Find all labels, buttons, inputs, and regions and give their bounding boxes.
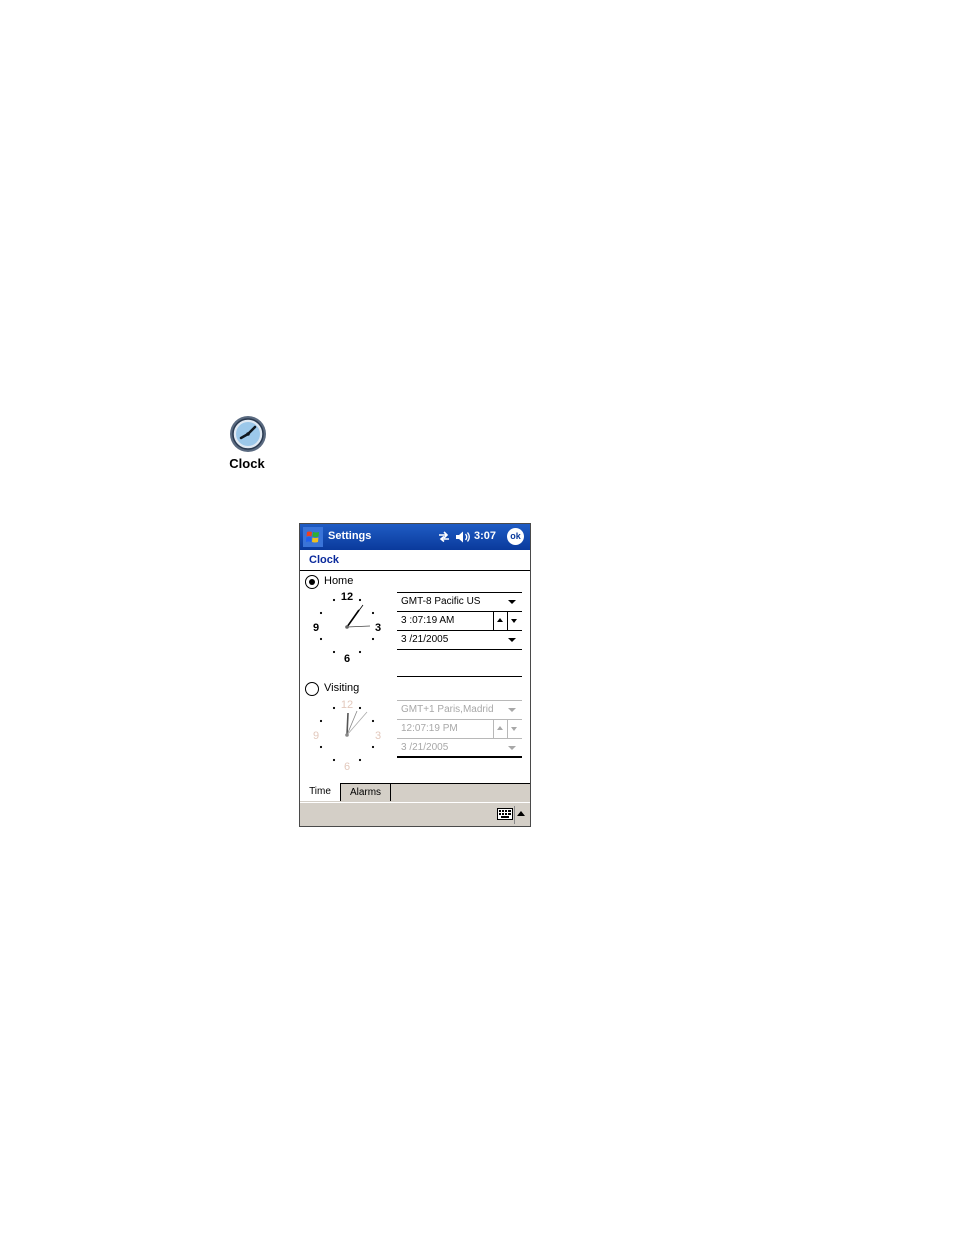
home-radio-button[interactable] [305,575,319,589]
home-clock-numeral-12: 12 [341,591,353,603]
header-divider [300,570,530,571]
volume-icon[interactable] [455,530,471,544]
home-time-value: 3 :07:19 AM [401,615,455,626]
keyboard-icon[interactable] [497,808,513,820]
tab-time[interactable]: Time [300,783,341,801]
visiting-date-value: 3 /21/2005 [401,742,449,753]
spin-up-arrow-icon[interactable] [494,720,508,738]
visiting-time-value: 12:07:19 PM [401,723,458,734]
sip-arrow-icon[interactable] [514,806,527,824]
visiting-clock-numeral-6: 6 [344,761,350,773]
home-analog-clock: 12 3 6 9 [313,591,381,665]
visiting-time-spinner[interactable] [493,720,522,738]
home-date-dropdown[interactable]: 3 /21/2005 [397,630,522,650]
status-time[interactable]: 3:07 [474,530,496,542]
section-divider [397,676,522,677]
home-date-value: 3 /21/2005 [401,634,449,645]
home-clock-numeral-3: 3 [375,622,381,634]
ok-button[interactable]: ok [507,528,524,545]
title-bar-title: Settings [328,530,372,542]
visiting-fields: GMT+1 Paris,Madrid 12:07:19 PM 3 /21/200… [397,700,522,758]
home-timezone-dropdown[interactable]: GMT-8 Pacific US [397,592,522,611]
home-clock-numeral-9: 9 [313,622,319,634]
spin-down-arrow-icon[interactable] [508,612,521,630]
tab-alarms[interactable]: Alarms [341,784,391,801]
tab-strip: Time Alarms [300,783,530,802]
menu-bar [300,802,530,826]
chevron-down-icon[interactable] [508,746,516,750]
visiting-clock-hour-hand [346,712,349,736]
connectivity-icon[interactable] [437,530,451,544]
home-clock-numeral-6: 6 [344,653,350,665]
chevron-down-icon[interactable] [508,638,516,642]
visiting-clock-numeral-3: 3 [375,730,381,742]
visiting-time-input[interactable]: 12:07:19 PM [397,719,522,738]
chevron-down-icon[interactable] [508,708,516,712]
windows-start-icon[interactable] [303,527,323,547]
visiting-clock-numeral-12: 12 [341,699,353,711]
visiting-analog-clock: 12 3 6 9 [313,699,381,773]
visiting-clock-numeral-9: 9 [313,730,319,742]
home-time-spinner[interactable] [493,612,522,630]
chevron-down-icon[interactable] [508,600,516,604]
home-clock-second-hand [346,625,371,628]
spin-down-arrow-icon[interactable] [508,720,521,738]
visiting-timezone-value: GMT+1 Paris,Madrid [401,704,494,715]
title-bar: Settings 3:07 ok [300,524,530,550]
visiting-timezone-dropdown[interactable]: GMT+1 Paris,Madrid [397,700,522,719]
home-radio-label[interactable]: Home [324,575,353,587]
home-time-input[interactable]: 3 :07:19 AM [397,611,522,630]
clock-icon[interactable] [228,414,268,454]
visiting-radio-label[interactable]: Visiting [324,682,359,694]
device-screen: Settings 3:07 ok Clock Home 12 3 6 9 GMT… [299,523,531,827]
clock-app-label[interactable]: Clock [220,456,274,471]
visiting-radio-button[interactable] [305,682,319,696]
home-clock-minute-hand [346,604,364,628]
home-timezone-value: GMT-8 Pacific US [401,596,481,607]
visiting-date-dropdown[interactable]: 3 /21/2005 [397,738,522,758]
home-fields: GMT-8 Pacific US 3 :07:19 AM 3 /21/2005 [397,592,522,650]
page-title: Clock [309,554,339,566]
visiting-clock-second-hand [346,711,368,736]
spin-up-arrow-icon[interactable] [494,612,508,630]
